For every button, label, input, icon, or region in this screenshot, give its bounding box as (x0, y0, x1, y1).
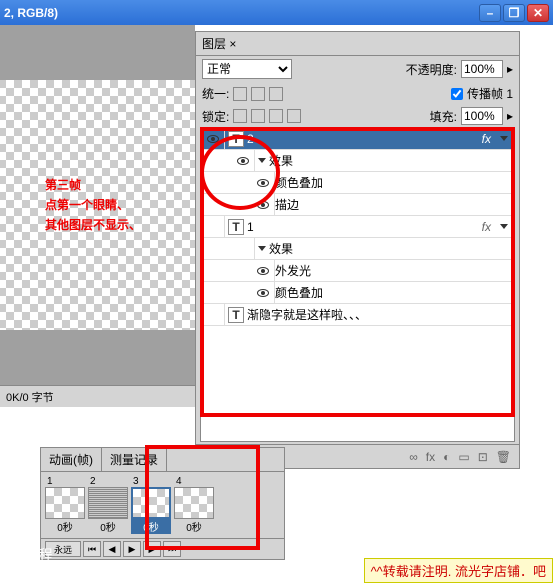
credit-bar: ^^转载请注明. 流光字店铺．吧 (364, 558, 553, 583)
lock-all-icon[interactable] (287, 109, 301, 123)
layer-row-2[interactable]: T 2 fx (201, 128, 514, 150)
watermark-text-1: PS教程 (6, 545, 53, 565)
frame-3[interactable]: 30秒 (131, 476, 171, 534)
text-layer-icon: T (228, 219, 244, 235)
layers-list: T 2 fx 效果 颜色叠加 描边 T 1 fx 效果 (200, 127, 515, 442)
text-layer-icon: T (228, 131, 244, 147)
fx-badge[interactable]: fx (482, 220, 491, 234)
effect-label: 外发光 (275, 262, 311, 279)
visibility-eye-icon[interactable] (207, 135, 219, 143)
layer-effect-outerglow[interactable]: 外发光 (201, 260, 514, 282)
layer-row-text[interactable]: T 渐隐字就是这样啦、、、 (201, 304, 514, 326)
layer-name: 1 (247, 220, 254, 234)
layer-effect-coloroverlay[interactable]: 颜色叠加 (201, 282, 514, 304)
frame-thumbnail (45, 487, 85, 519)
maximize-button[interactable]: ❐ (503, 4, 525, 22)
fx-icon[interactable]: fx (426, 450, 435, 464)
text-layer-icon: T (228, 307, 244, 323)
opacity-input[interactable] (461, 60, 503, 78)
link-icon[interactable]: ∞ (409, 450, 418, 464)
expand-icon[interactable] (500, 136, 508, 141)
status-bar: 0K/0 字节 (0, 385, 195, 407)
lock-pixels-icon[interactable] (251, 109, 265, 123)
chevron-right-icon[interactable]: ▸ (507, 62, 513, 76)
layer-effect-stroke[interactable]: 描边 (201, 194, 514, 216)
animation-tab[interactable]: 动画(帧) (41, 448, 102, 471)
layer-effects-row[interactable]: 效果 (201, 238, 514, 260)
layer-name: 渐隐字就是这样啦、、、 (247, 306, 367, 323)
new-layer-icon[interactable]: ⊡ (478, 450, 488, 464)
expand-icon[interactable] (258, 158, 266, 163)
frame-thumbnail (174, 487, 214, 519)
blend-mode-select[interactable]: 正常 (202, 59, 292, 79)
window-buttons: – ❐ ✕ (479, 4, 549, 22)
frame-thumbnail (131, 487, 171, 519)
play-button[interactable]: ▶ (123, 541, 141, 557)
last-frame-button[interactable]: ⏭ (163, 541, 181, 557)
effect-label: 颜色叠加 (275, 284, 323, 301)
minimize-button[interactable]: – (479, 4, 501, 22)
watermark-text-2: BBS.16XX8.COM (6, 565, 118, 581)
delete-icon[interactable]: 🗑 (496, 450, 511, 464)
frame-thumbnail (88, 487, 128, 519)
propagate-checkbox[interactable] (451, 88, 463, 100)
visibility-eye-icon[interactable] (257, 267, 269, 275)
unify-icon-1[interactable] (233, 87, 247, 101)
expand-icon[interactable] (500, 224, 508, 229)
layers-panel: 图层 × 正常 不透明度: ▸ 统一: 传播帧 1 锁定: 填充: ▸ T 2 … (195, 31, 520, 469)
layer-effects-row[interactable]: 效果 (201, 150, 514, 172)
unify-icon-3[interactable] (269, 87, 283, 101)
fill-label: 填充: (430, 108, 457, 125)
unify-label: 统一: (202, 85, 229, 102)
visibility-eye-icon[interactable] (257, 201, 269, 209)
chevron-right-icon[interactable]: ▸ (507, 109, 513, 123)
layer-effect-coloroverlay[interactable]: 颜色叠加 (201, 172, 514, 194)
frame-2[interactable]: 20秒 (88, 476, 128, 534)
frames-strip: 10秒 20秒 30秒 40秒 (41, 472, 284, 538)
effect-label: 描边 (275, 196, 299, 213)
layer-name: 2 (247, 132, 254, 146)
unify-icon-2[interactable] (251, 87, 265, 101)
annotation-text: 第三帧 点第一个眼睛、 其他图层不显示、 (45, 175, 141, 235)
prev-frame-button[interactable]: ◀ (103, 541, 121, 557)
next-frame-button[interactable]: ▶ (143, 541, 161, 557)
visibility-eye-icon[interactable] (257, 179, 269, 187)
effects-label: 效果 (269, 240, 293, 257)
window-titlebar: 2, RGB/8) – ❐ ✕ (0, 0, 553, 25)
visibility-eye-icon[interactable] (237, 157, 249, 165)
lock-position-icon[interactable] (269, 109, 283, 123)
lock-label: 锁定: (202, 108, 229, 125)
opacity-label: 不透明度: (406, 61, 457, 78)
expand-icon[interactable] (258, 246, 266, 251)
close-button[interactable]: ✕ (527, 4, 549, 22)
fx-badge[interactable]: fx (482, 132, 491, 146)
animation-controls: 永远 ⏮ ◀ ▶ ▶ ⏭ (41, 538, 284, 559)
frame-1[interactable]: 10秒 (45, 476, 85, 534)
lock-transparency-icon[interactable] (233, 109, 247, 123)
frame-4[interactable]: 40秒 (174, 476, 214, 534)
mask-icon[interactable]: ◐ (443, 450, 450, 464)
layers-tab[interactable]: 图层 × (196, 32, 519, 56)
effect-label: 颜色叠加 (275, 174, 323, 191)
animation-panel: 动画(帧) 测量记录 10秒 20秒 30秒 40秒 永远 ⏮ ◀ ▶ ▶ ⏭ (40, 447, 285, 560)
window-title: 2, RGB/8) (4, 6, 58, 20)
first-frame-button[interactable]: ⏮ (83, 541, 101, 557)
effects-label: 效果 (269, 152, 293, 169)
adjustment-icon[interactable]: ▭ (458, 450, 469, 464)
layer-row-1[interactable]: T 1 fx (201, 216, 514, 238)
measurement-tab[interactable]: 测量记录 (102, 448, 167, 471)
fill-input[interactable] (461, 107, 503, 125)
visibility-eye-icon[interactable] (257, 289, 269, 297)
propagate-label: 传播帧 1 (467, 85, 513, 102)
